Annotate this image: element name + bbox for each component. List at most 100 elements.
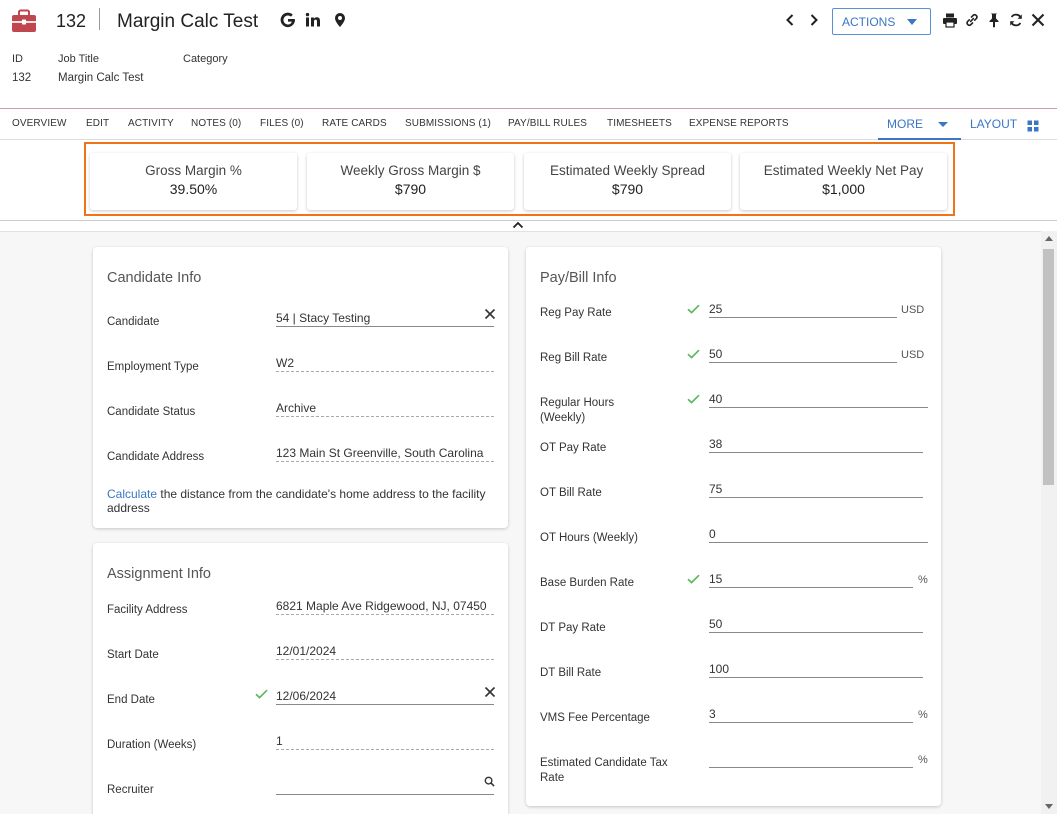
google-icon[interactable] bbox=[280, 12, 296, 28]
tab-bar: OVERVIEW EDIT ACTIVITY NOTES (0) FILES (… bbox=[0, 108, 1057, 140]
base-burden-rate-unit: % bbox=[918, 574, 928, 586]
tab-rate-cards[interactable]: RATE CARDS bbox=[322, 118, 387, 129]
tab-more[interactable]: MORE bbox=[878, 109, 961, 140]
caret-down-icon bbox=[907, 19, 917, 25]
reg-bill-rate-field[interactable]: 50 bbox=[709, 345, 897, 363]
check-icon bbox=[255, 689, 268, 699]
actions-button[interactable]: ACTIONS bbox=[832, 8, 931, 35]
tab-activity[interactable]: ACTIVITY bbox=[128, 118, 174, 129]
map-pin-icon[interactable] bbox=[332, 12, 348, 28]
close-icon[interactable] bbox=[1030, 12, 1046, 28]
vms-fee-percentage-field[interactable]: 3 bbox=[709, 705, 913, 723]
check-icon bbox=[687, 304, 700, 314]
facility-address-field[interactable]: 6821 Maple Ave Ridgewood, NJ, 07450 bbox=[276, 597, 494, 615]
ot-bill-rate-label: OT Bill Rate bbox=[540, 487, 602, 499]
estimated-tax-rate-field[interactable] bbox=[709, 750, 913, 768]
link-icon[interactable] bbox=[964, 12, 980, 28]
base-burden-rate-label: Base Burden Rate bbox=[540, 577, 634, 589]
end-date-field[interactable]: 12/06/2024 bbox=[276, 687, 494, 705]
vms-fee-percentage-unit: % bbox=[918, 709, 928, 721]
grid-icon[interactable] bbox=[1027, 120, 1039, 132]
ot-bill-rate-field[interactable]: 75 bbox=[709, 480, 923, 498]
facility-address-label: Facility Address bbox=[107, 604, 188, 616]
weekly-gross-margin-card: Weekly Gross Margin $ $790 bbox=[307, 153, 514, 210]
briefcase-icon bbox=[12, 9, 36, 32]
linkedin-icon[interactable] bbox=[305, 12, 321, 28]
dt-pay-rate-field[interactable]: 50 bbox=[709, 615, 923, 633]
meta-value-id: 132 bbox=[12, 72, 32, 84]
pin-icon[interactable] bbox=[986, 12, 1002, 28]
candidate-status-label: Candidate Status bbox=[107, 406, 196, 418]
chevron-left-icon[interactable] bbox=[783, 12, 797, 28]
tab-submissions[interactable]: SUBMISSIONS (1) bbox=[405, 118, 491, 129]
calculate-distance-text: Calculate the distance from the candidat… bbox=[107, 487, 497, 515]
record-title: Margin Calc Test bbox=[117, 11, 259, 32]
vms-fee-percentage-label: VMS Fee Percentage bbox=[540, 712, 650, 724]
base-burden-rate-field[interactable]: 15 bbox=[709, 570, 913, 588]
dt-bill-rate-label: DT Bill Rate bbox=[540, 667, 602, 679]
recruiter-field[interactable] bbox=[276, 777, 494, 795]
reg-bill-rate-label: Reg Bill Rate bbox=[540, 352, 608, 364]
tab-files[interactable]: FILES (0) bbox=[260, 118, 304, 129]
duration-field[interactable]: 1 bbox=[276, 732, 494, 750]
weekly-net-pay-value: $1,000 bbox=[822, 181, 865, 197]
assignment-info-panel: Assignment Info Facility Address 6821 Ma… bbox=[93, 543, 508, 814]
tab-pay-bill-rules[interactable]: PAY/BILL RULES bbox=[508, 118, 587, 129]
tab-timesheets[interactable]: TIMESHEETS bbox=[607, 118, 672, 129]
refresh-icon[interactable] bbox=[1008, 12, 1024, 28]
ot-pay-rate-field[interactable]: 38 bbox=[709, 435, 923, 453]
check-icon bbox=[687, 574, 700, 584]
candidate-address-label: Candidate Address bbox=[107, 451, 205, 463]
tab-edit[interactable]: EDIT bbox=[86, 118, 109, 129]
tab-expense-reports[interactable]: EXPENSE REPORTS bbox=[689, 118, 789, 129]
tab-notes[interactable]: NOTES (0) bbox=[191, 118, 241, 129]
check-icon bbox=[687, 349, 700, 359]
caret-down-icon bbox=[938, 122, 948, 127]
detail-content: Candidate Info Candidate 54 | Stacy Test… bbox=[0, 231, 1057, 814]
employment-type-label: Employment Type bbox=[107, 361, 199, 373]
calculate-link[interactable]: Calculate bbox=[107, 487, 157, 501]
gross-margin-card: Gross Margin % 39.50% bbox=[90, 153, 297, 210]
gross-margin-label: Gross Margin % bbox=[145, 163, 242, 178]
reg-pay-rate-label: Reg Pay Rate bbox=[540, 307, 612, 319]
candidate-field[interactable]: 54 | Stacy Testing bbox=[276, 309, 494, 327]
scroll-up-icon[interactable] bbox=[1045, 236, 1053, 241]
start-date-label: Start Date bbox=[107, 649, 159, 661]
collapse-divider bbox=[0, 220, 1057, 221]
scrollbar-thumb[interactable] bbox=[1043, 249, 1054, 485]
tab-overview[interactable]: OVERVIEW bbox=[12, 118, 67, 129]
meta-label-job-title: Job Title bbox=[58, 53, 99, 65]
reg-pay-rate-field[interactable]: 25 bbox=[709, 300, 897, 318]
candidate-status-field[interactable]: Archive bbox=[276, 399, 494, 417]
print-icon[interactable] bbox=[942, 12, 958, 28]
weekly-net-pay-label: Estimated Weekly Net Pay bbox=[763, 163, 924, 178]
search-icon[interactable] bbox=[484, 776, 495, 787]
regular-hours-field[interactable]: 40 bbox=[709, 390, 928, 408]
record-header: 132 Margin Calc Test ACTIONS ID Job Titl… bbox=[0, 0, 1057, 108]
tab-layout[interactable]: LAYOUT bbox=[970, 117, 1017, 131]
weekly-spread-label: Estimated Weekly Spread bbox=[549, 163, 706, 178]
recruiter-label: Recruiter bbox=[107, 784, 154, 796]
header-divider bbox=[99, 8, 100, 30]
pay-bill-info-panel: Pay/Bill Info Reg Pay Rate 25 USD Reg Bi… bbox=[526, 247, 941, 806]
reg-pay-rate-unit: USD bbox=[901, 304, 925, 316]
dt-bill-rate-field[interactable]: 100 bbox=[709, 660, 923, 678]
summary-metrics: Gross Margin % 39.50% Weekly Gross Margi… bbox=[84, 142, 955, 216]
candidate-label: Candidate bbox=[107, 316, 160, 328]
scroll-down-icon[interactable] bbox=[1045, 804, 1053, 809]
clear-icon[interactable] bbox=[484, 308, 496, 320]
clear-icon[interactable] bbox=[484, 686, 496, 698]
candidate-address-field[interactable]: 123 Main St Greenville, South Carolina bbox=[276, 444, 494, 462]
weekly-spread-value: $790 bbox=[611, 181, 644, 197]
ot-hours-field[interactable]: 0 bbox=[709, 525, 928, 543]
ot-pay-rate-label: OT Pay Rate bbox=[540, 442, 607, 454]
calculate-description: the distance from the candidate's home a… bbox=[107, 487, 486, 515]
start-date-field[interactable]: 12/01/2024 bbox=[276, 642, 494, 660]
ot-hours-label: OT Hours (Weekly) bbox=[540, 532, 638, 544]
duration-label: Duration (Weeks) bbox=[107, 739, 197, 751]
meta-label-id: ID bbox=[12, 53, 23, 65]
employment-type-field[interactable]: W2 bbox=[276, 354, 494, 372]
weekly-net-pay-card: Estimated Weekly Net Pay $1,000 bbox=[740, 153, 947, 210]
chevron-right-icon[interactable] bbox=[807, 12, 821, 28]
chevron-up-icon[interactable] bbox=[511, 220, 525, 230]
